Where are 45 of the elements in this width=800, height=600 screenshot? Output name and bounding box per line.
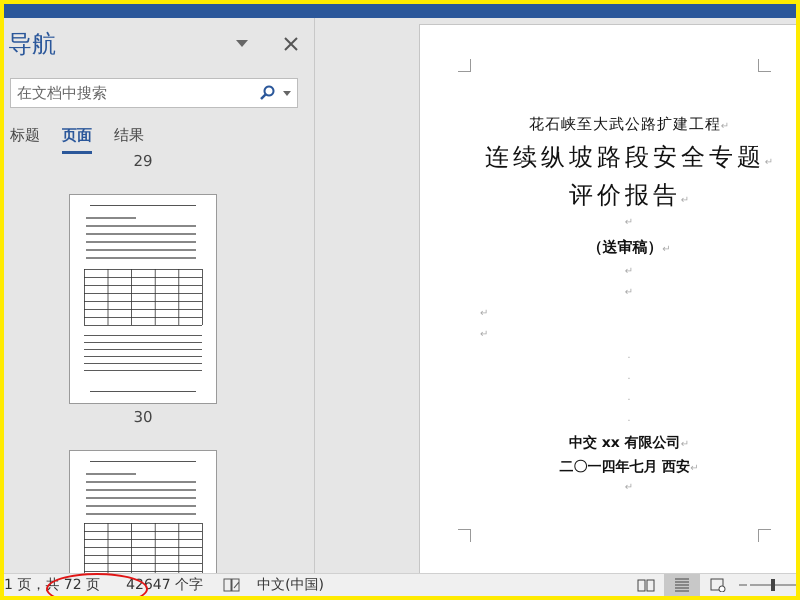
- paragraph-mark: .: [627, 392, 631, 403]
- zoom-slider[interactable]: [750, 577, 796, 593]
- search-field[interactable]: 在文档中搜索: [10, 78, 298, 108]
- paragraph-mark: ↵: [624, 482, 634, 493]
- paragraph-mark: ↵: [690, 463, 699, 474]
- dropdown-icon[interactable]: [236, 40, 248, 48]
- paragraph-mark: .: [627, 371, 631, 382]
- view-button[interactable]: [664, 574, 700, 596]
- paragraph-mark: ↵: [680, 439, 690, 450]
- close-icon[interactable]: [284, 37, 298, 51]
- page-lines-icon: [674, 578, 690, 592]
- status-text[interactable]: 中文(中国): [257, 576, 324, 594]
- paragraph-mark: ↵: [764, 157, 774, 168]
- crop-mark: [458, 59, 471, 72]
- pane-tab[interactable]: 页面: [62, 126, 92, 154]
- document-text: （送审稿）: [587, 238, 662, 257]
- crop-mark: [758, 529, 771, 542]
- pane-tab[interactable]: 结果: [114, 126, 144, 154]
- paragraph-mark: .: [627, 413, 631, 424]
- paragraph-mark: ↵: [624, 217, 634, 228]
- crop-mark: [758, 59, 771, 72]
- paragraph-mark: ↵: [720, 121, 730, 132]
- crop-mark: [458, 529, 471, 542]
- book-pen-icon[interactable]: [223, 577, 242, 593]
- paragraph-mark: ↵: [624, 266, 634, 277]
- document-text: 中交 xx 有限公司: [568, 434, 681, 452]
- paragraph-mark: ↵: [662, 244, 671, 255]
- paragraph-mark: .: [627, 350, 631, 361]
- search-input[interactable]: 在文档中搜索: [15, 83, 259, 103]
- document-title: 连续纵坡路段安全专题: [484, 142, 765, 173]
- paragraph-mark: ↵: [480, 308, 488, 319]
- pane-title: 导航: [8, 29, 57, 60]
- page-number: 30: [133, 410, 153, 424]
- document-title: 评价报告: [568, 180, 681, 211]
- web-page-icon: [710, 578, 726, 592]
- paragraph-mark: ↵: [480, 329, 488, 340]
- pane-tab[interactable]: 标题: [10, 126, 40, 154]
- search-icon[interactable]: [259, 85, 275, 101]
- book-icon: [637, 578, 655, 592]
- paragraph-mark: ↵: [680, 195, 690, 206]
- page-number: 29: [133, 154, 153, 168]
- dropdown-icon[interactable]: [283, 90, 291, 96]
- paragraph-mark: ↵: [624, 287, 634, 298]
- document-text: 花石峡至大武公路扩建工程: [528, 115, 721, 134]
- document-text: 二〇一四年七月 西安: [559, 458, 690, 476]
